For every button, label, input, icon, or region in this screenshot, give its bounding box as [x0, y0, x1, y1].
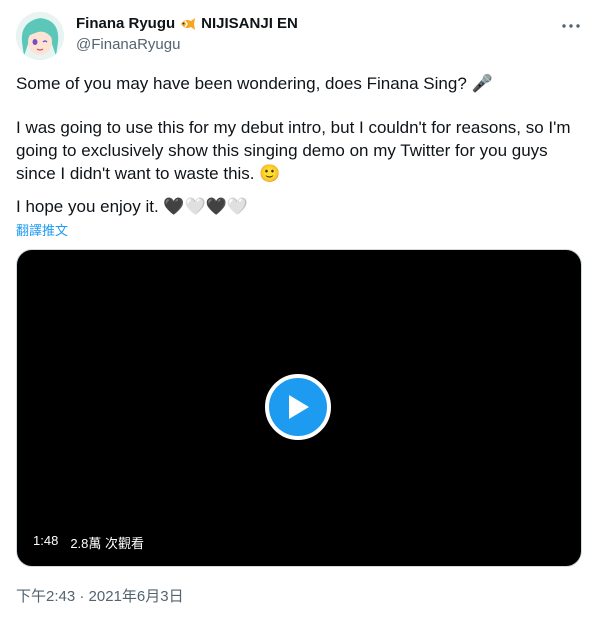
video-meta: 1:48 2.8萬 次觀看 [33, 533, 144, 552]
avatar[interactable] [16, 12, 64, 60]
video-duration: 1:48 [33, 533, 59, 548]
more-horizontal-icon [562, 24, 580, 28]
author-info: Finana Ryugu NIJISANJI EN @FinanaRyugu [76, 14, 298, 55]
author-name[interactable]: Finana Ryugu [76, 14, 175, 34]
tweet-header: Finana Ryugu NIJISANJI EN @FinanaRyugu [16, 12, 582, 60]
video-player[interactable]: 1:48 2.8萬 次觀看 [16, 249, 582, 567]
more-options-button[interactable] [560, 16, 582, 36]
tweet-line-2: I was going to use this for my debut int… [16, 118, 571, 183]
display-name[interactable]: Finana Ryugu NIJISANJI EN [76, 14, 298, 34]
vtuber-avatar-icon [16, 12, 64, 60]
author-handle[interactable]: @FinanaRyugu [76, 35, 298, 55]
tweet-timestamp[interactable]: 下午2:43 · 2021年6月3日 [16, 585, 184, 606]
play-button[interactable] [265, 374, 331, 440]
play-icon [289, 395, 309, 419]
translate-tweet-link[interactable]: 翻譯推文 [16, 220, 68, 239]
video-views: 2.8萬 次觀看 [70, 536, 144, 551]
tweet-line-3: I hope you enjoy it. 🖤🤍🖤🤍 [16, 197, 249, 216]
tropical-fish-icon [179, 15, 197, 33]
affiliation-label: NIJISANJI EN [201, 15, 298, 32]
tweet-line-1: Some of you may have been wondering, doe… [16, 74, 493, 93]
